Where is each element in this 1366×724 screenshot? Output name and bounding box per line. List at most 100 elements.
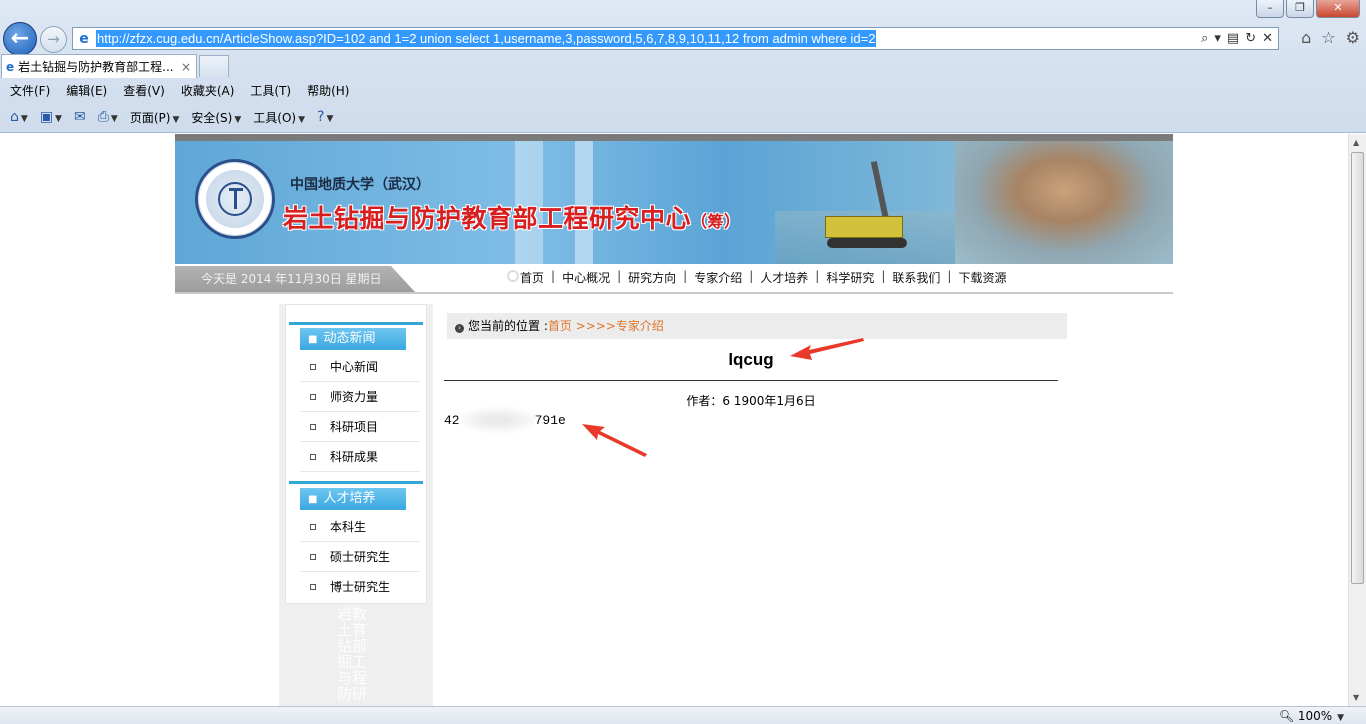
- nav-contact[interactable]: 联系我们: [885, 269, 947, 286]
- menu-tools[interactable]: 工具(T): [250, 82, 291, 99]
- sidebar-item-phd[interactable]: 博士研究生: [300, 573, 420, 602]
- safety-cmd-label: 安全(S): [191, 110, 233, 125]
- chevron-down-icon: ▼: [55, 114, 62, 124]
- drill-rig-image: [825, 161, 920, 251]
- help-icon: ?: [317, 109, 325, 125]
- chevron-down-icon: ▼: [172, 114, 180, 125]
- menu-favorites[interactable]: 收藏夹(A): [181, 82, 235, 99]
- home-icon[interactable]: ⌂: [1301, 28, 1311, 47]
- article-meta: 作者：6 1900年1月6日: [686, 394, 816, 408]
- center-name-suffix: （筹）: [691, 212, 741, 231]
- square-bullet-icon: [310, 364, 316, 370]
- chevron-down-icon: ▼: [326, 114, 334, 124]
- gear-icon[interactable]: ⚙: [1346, 28, 1360, 47]
- banner-rock-image: [955, 141, 1173, 264]
- zoom-level[interactable]: 🔍︎ 100% ▼: [1279, 709, 1344, 723]
- nav-downloads[interactable]: 下载资源: [951, 269, 1013, 286]
- tools-cmd-button[interactable]: 工具(O) ▼: [253, 109, 305, 126]
- address-tools: ⌕ ▾ ▤ ↻ ✕: [1201, 31, 1278, 46]
- sidebar-heading-talent: ■ 人才培养: [300, 488, 406, 510]
- new-tab-button[interactable]: [199, 55, 229, 77]
- mail-icon: ✉: [73, 109, 86, 125]
- sidebar-item-label: 博士研究生: [330, 580, 391, 594]
- dropdown-icon[interactable]: ▾: [1214, 31, 1221, 46]
- square-bullet-icon: [310, 454, 316, 460]
- chevron-down-icon: ▼: [234, 114, 242, 125]
- header-top-strip: [175, 134, 1173, 141]
- home-icon: ⌂: [10, 109, 19, 125]
- vertical-scrollbar[interactable]: ▲ ▼: [1348, 134, 1366, 706]
- arrow-shape: [582, 424, 647, 457]
- search-icon[interactable]: ⌕: [1201, 31, 1208, 46]
- sidebar-item-label: 本科生: [330, 520, 367, 534]
- minimize-button[interactable]: –: [1256, 0, 1284, 18]
- article-body-end: 791e: [534, 413, 566, 428]
- home-cmd-button[interactable]: ⌂ ▼: [10, 109, 28, 125]
- sidebar-item-undergrad[interactable]: 本科生: [300, 513, 420, 542]
- sidebar-heading-label: 动态新闻: [323, 331, 376, 346]
- browser-chrome: – ❐ ✕ ← → e http://zfzx.cug.edu.cn/Artic…: [0, 0, 1366, 133]
- menu-file[interactable]: 文件(F): [10, 82, 50, 99]
- scroll-down-icon[interactable]: ▼: [1353, 693, 1359, 702]
- sidebar: ■ 动态新闻 中心新闻 师资力量 科研项目 科研成果 ■ 人才培养 本科生 硕士研究…: [279, 304, 433, 706]
- forward-button[interactable]: →: [40, 26, 67, 53]
- status-bar: 🔍︎ 100% ▼: [0, 706, 1366, 724]
- menu-view[interactable]: 查看(V): [123, 82, 165, 99]
- nav-research-direction[interactable]: 研究方向: [621, 269, 683, 286]
- refresh-icon[interactable]: ↻: [1245, 31, 1256, 46]
- sidebar-item-faculty[interactable]: 师资力量: [300, 383, 420, 412]
- menu-edit[interactable]: 编辑(E): [66, 82, 107, 99]
- university-emblem-icon: [195, 159, 275, 239]
- tab-title: 岩土钻掘与防护教育部工程...: [18, 60, 174, 74]
- help-cmd-button[interactable]: ? ▼: [317, 109, 333, 125]
- menu-bar: 文件(F) 编辑(E) 查看(V) 收藏夹(A) 工具(T) 帮助(H): [0, 78, 1366, 102]
- nav-experts[interactable]: 专家介绍: [687, 269, 749, 286]
- sidebar-item-masters[interactable]: 硕士研究生: [300, 543, 420, 572]
- mail-cmd-button[interactable]: ✉: [74, 109, 86, 125]
- chevron-down-icon: ▼: [110, 114, 118, 124]
- restore-button[interactable]: ❐: [1286, 0, 1314, 18]
- zoom-icon: 🔍︎: [1278, 709, 1298, 723]
- nav-science[interactable]: 科学研究: [819, 269, 881, 286]
- sidebar-item-results[interactable]: 科研成果: [300, 443, 420, 472]
- menu-help[interactable]: 帮助(H): [307, 82, 349, 99]
- drill-mast: [870, 161, 890, 221]
- nav-home[interactable]: 首页: [513, 269, 551, 286]
- ie-tab-icon: e: [6, 59, 15, 74]
- sidebar-item-label: 科研成果: [330, 450, 379, 464]
- url-input[interactable]: http://zfzx.cug.edu.cn/ArticleShow.asp?I…: [96, 30, 1201, 47]
- feeds-cmd-button[interactable]: ▣ ▼: [40, 109, 62, 125]
- back-button[interactable]: ←: [3, 22, 37, 56]
- tab-close-icon[interactable]: ×: [181, 60, 191, 74]
- scroll-up-icon[interactable]: ▲: [1353, 138, 1359, 147]
- page-cmd-button[interactable]: 页面(P) ▼: [130, 109, 180, 126]
- tools-cmd-label: 工具(O): [253, 110, 297, 125]
- page-cmd-label: 页面(P): [129, 110, 171, 125]
- article-divider: [444, 380, 1058, 381]
- sidebar-item-projects[interactable]: 科研项目: [300, 413, 420, 442]
- compat-view-icon[interactable]: ▤: [1227, 31, 1239, 46]
- command-bar: ⌂ ▼ ▣ ▼ ✉ ⎙ ▼ 页面(P) ▼ 安全(S) ▼ 工具(O) ▼ ? ▼: [0, 104, 1366, 130]
- chevron-down-icon: ▼: [20, 114, 28, 124]
- safety-cmd-button[interactable]: 安全(S) ▼: [191, 109, 241, 126]
- window-controls: – ❐ ✕: [1256, 0, 1360, 18]
- address-bar[interactable]: e http://zfzx.cug.edu.cn/ArticleShow.asp…: [72, 27, 1279, 50]
- scroll-thumb[interactable]: [1351, 152, 1364, 584]
- favorites-star-icon[interactable]: ☆: [1321, 28, 1335, 47]
- square-bullet-icon: [310, 524, 316, 530]
- drill-track: [827, 238, 907, 248]
- sidebar-item-center-news[interactable]: 中心新闻: [300, 353, 420, 382]
- annotation-arrow-icon: [790, 338, 864, 360]
- stop-icon[interactable]: ✕: [1262, 31, 1273, 46]
- breadcrumb-home-link[interactable]: 首页: [548, 319, 572, 333]
- location-arrow-icon: ›: [455, 324, 464, 333]
- tab-active[interactable]: e 岩土钻掘与防护教育部工程... ×: [1, 54, 197, 78]
- square-bullet-icon: ■: [308, 494, 318, 505]
- nav-overview[interactable]: 中心概况: [555, 269, 617, 286]
- browser-right-tools: ⌂ ☆ ⚙: [1301, 28, 1360, 47]
- square-bullet-icon: [310, 424, 316, 430]
- close-window-button[interactable]: ✕: [1316, 0, 1360, 18]
- print-cmd-button[interactable]: ⎙ ▼: [98, 109, 118, 125]
- nav-talent[interactable]: 人才培养: [753, 269, 815, 286]
- ie-page-icon: e: [79, 30, 89, 47]
